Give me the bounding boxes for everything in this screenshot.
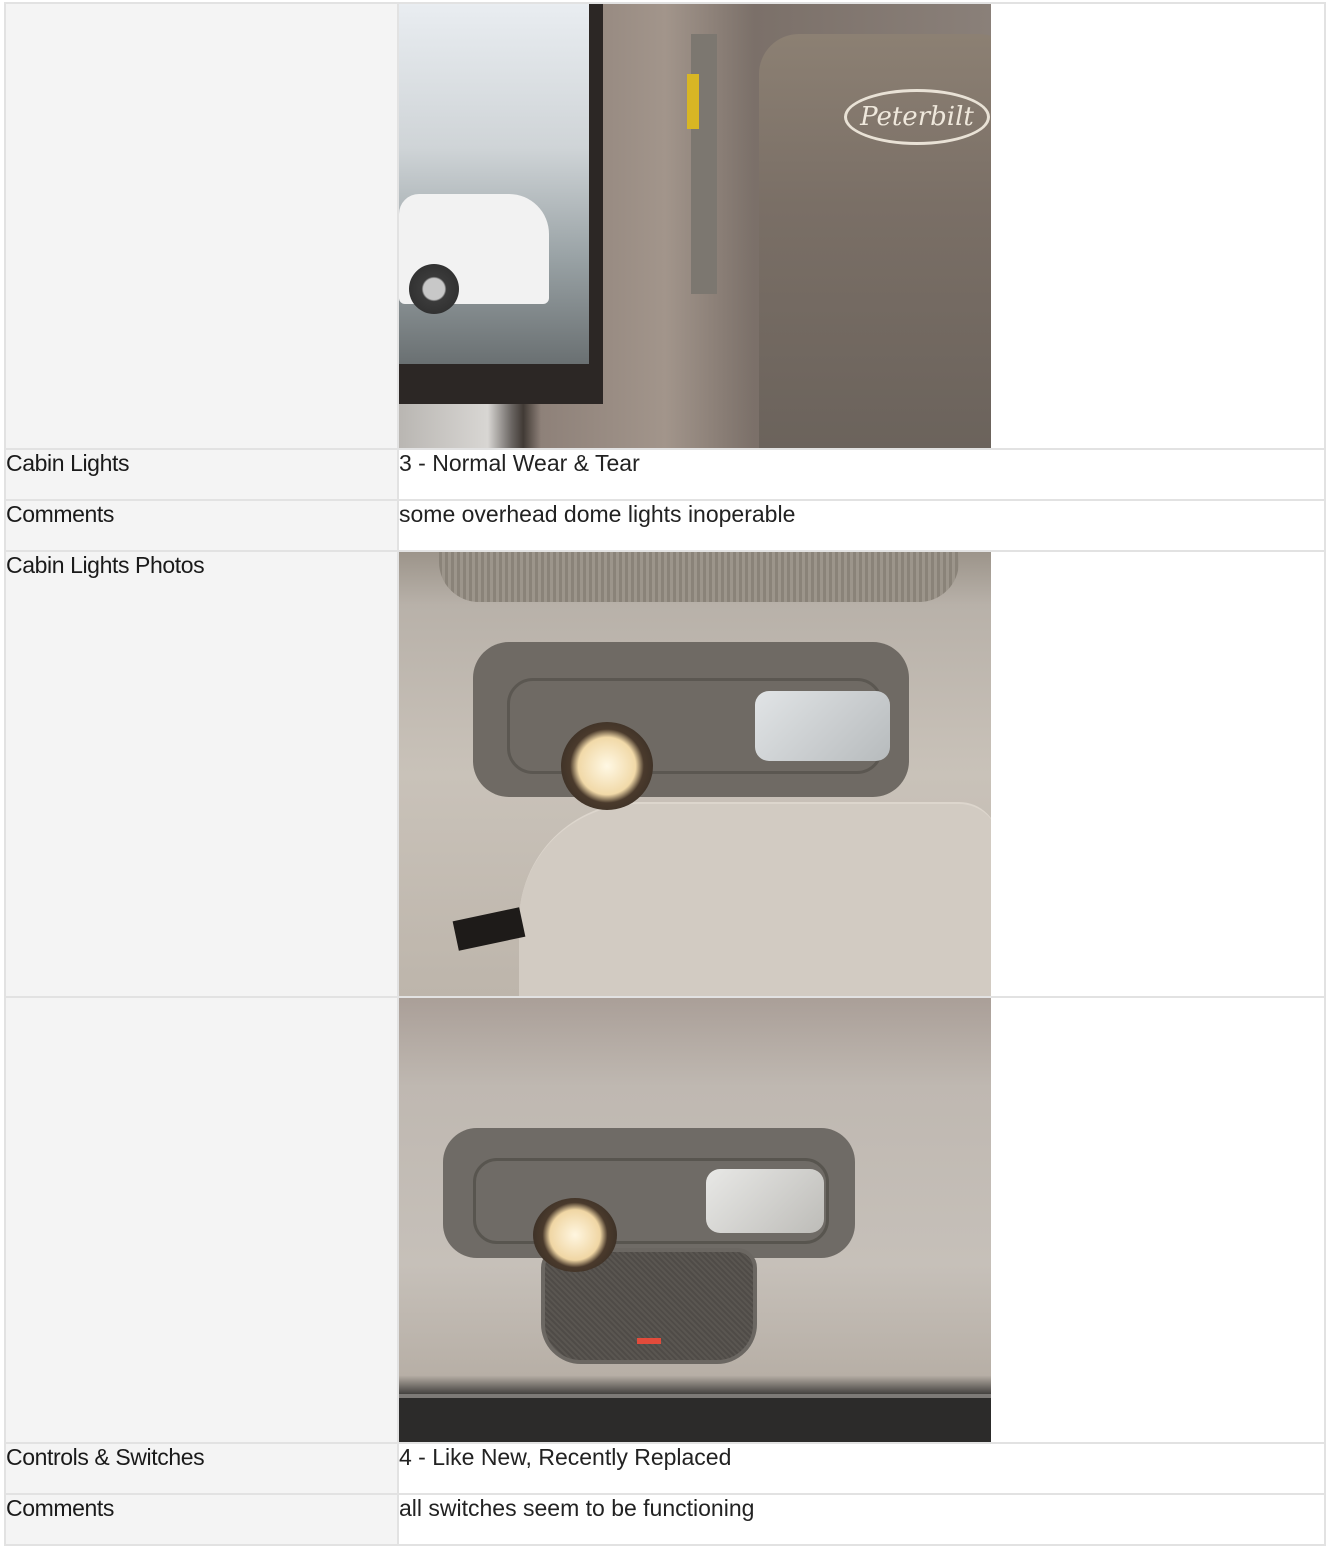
cabin-lights-label: Cabin Lights: [4, 448, 399, 501]
comments-value: some overhead dome lights inoperable: [397, 499, 1326, 552]
photo-cell: [397, 550, 1326, 998]
inspection-table: Peterbilt Cabin Lights 3 - Normal Wear &…: [4, 2, 1326, 1546]
seat-logo: Peterbilt: [844, 89, 990, 145]
photo-cell: [397, 996, 1326, 1444]
row-label: [4, 996, 399, 1444]
comments-label: Comments: [4, 499, 399, 552]
comments-row: Comments all switches seem to be functio…: [4, 1493, 1326, 1546]
dome-light-photo-2[interactable]: [399, 998, 991, 1442]
cabin-lights-value: 3 - Normal Wear & Tear: [397, 448, 1326, 501]
dome-light-photo-1[interactable]: [399, 552, 991, 996]
row-label: [4, 2, 399, 450]
cabin-lights-photos-label: Cabin Lights Photos: [4, 550, 399, 998]
photo-row: Peterbilt: [4, 2, 1326, 450]
photo-row: [4, 996, 1326, 1444]
photo-cell: Peterbilt: [397, 2, 1326, 450]
controls-switches-label: Controls & Switches: [4, 1442, 399, 1495]
comments-value: all switches seem to be functioning: [397, 1493, 1326, 1546]
comments-label: Comments: [4, 1493, 399, 1546]
controls-switches-row: Controls & Switches 4 - Like New, Recent…: [4, 1442, 1326, 1495]
controls-switches-value: 4 - Like New, Recently Replaced: [397, 1442, 1326, 1495]
cabin-lights-row: Cabin Lights 3 - Normal Wear & Tear: [4, 448, 1326, 501]
cab-window-seat-photo[interactable]: Peterbilt: [399, 4, 991, 448]
cabin-lights-photos-row: Cabin Lights Photos: [4, 550, 1326, 998]
comments-row: Comments some overhead dome lights inope…: [4, 499, 1326, 552]
